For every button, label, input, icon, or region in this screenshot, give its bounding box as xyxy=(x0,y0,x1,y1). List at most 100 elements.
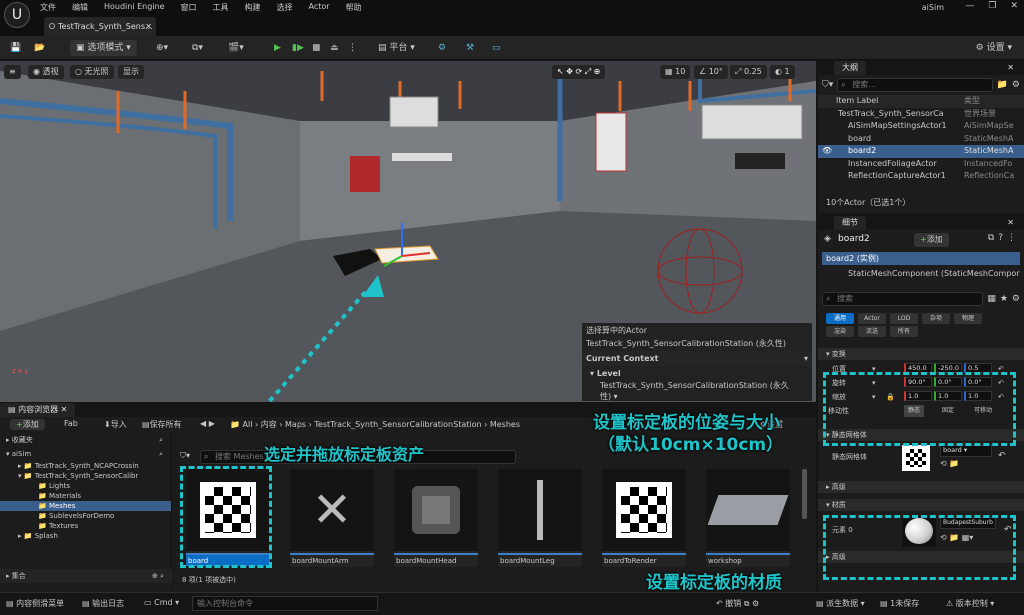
cat-misc[interactable]: 杂项 xyxy=(922,313,950,324)
root-row[interactable]: ▾ aiSim ⌕ xyxy=(0,447,171,461)
advanced-section-2[interactable]: ▸ 高级 xyxy=(818,551,1024,563)
col-item-label[interactable]: Item Label xyxy=(836,95,878,108)
output-log-button[interactable]: ▤ 输出日志 xyxy=(82,598,124,609)
close-details-icon[interactable]: ✕ xyxy=(1007,216,1014,230)
stop-icon[interactable]: ■ xyxy=(312,40,321,56)
asset-tile-mount-head[interactable]: boardMountHead xyxy=(394,469,478,567)
crumb-all[interactable]: All xyxy=(243,420,253,429)
asset-scrollbar[interactable] xyxy=(802,469,807,519)
browse-icon[interactable]: 📂 xyxy=(34,40,45,56)
add-component-button[interactable]: +添加 xyxy=(914,233,949,247)
gear-icon[interactable]: ⚙ xyxy=(1012,294,1020,304)
view-mode-button[interactable]: ○ 无光照 xyxy=(70,65,114,79)
filter-icon[interactable]: ⛉▾ xyxy=(822,80,833,90)
play-options-icon[interactable]: ⋮ xyxy=(348,40,357,56)
level-tab[interactable]: TestTrack_Synth_Sens... ✕ xyxy=(44,17,156,36)
reset-icon[interactable]: ↶ xyxy=(998,363,1004,375)
outliner-row[interactable]: InstancedFoliageActor InstancedFo xyxy=(818,158,1024,171)
cat-streaming[interactable]: 流送 xyxy=(858,326,886,337)
transform-tools[interactable]: ↖ ✥ ⟳ ⤢ ⊕ xyxy=(552,65,606,79)
transform-section[interactable]: ▾ 变换 xyxy=(818,348,1024,360)
reset-icon[interactable]: ↶ xyxy=(998,377,1004,389)
outliner-row[interactable]: ReflectionCaptureActor1 ReflectionCa xyxy=(818,170,1024,183)
location-y[interactable]: -250.0 xyxy=(934,363,962,373)
eject-icon[interactable]: ⏏ xyxy=(330,40,339,56)
advanced-section[interactable]: ▸ 高级 xyxy=(818,481,1024,493)
folder-item[interactable]: 📁 Materials xyxy=(0,491,171,501)
location-label[interactable]: 位置 xyxy=(832,363,846,375)
cat-lod[interactable]: LOD xyxy=(890,313,918,324)
crumb-maps[interactable]: Maps xyxy=(285,420,306,429)
folder-item[interactable]: ▸ 📁 TestTrack_Synth_NCAPCrossin xyxy=(0,461,171,471)
location-z[interactable]: 0.5 xyxy=(964,363,992,373)
crumb-level[interactable]: TestTrack_Synth_SensorCalibrationStation xyxy=(314,420,481,429)
menu-help[interactable]: 帮助 xyxy=(346,2,362,13)
menu-file[interactable]: 文件 xyxy=(40,2,56,13)
rotation-x[interactable]: 90.0° xyxy=(904,377,932,387)
add-actor-icon[interactable]: ⊕▾ xyxy=(156,40,168,56)
rotation-snap[interactable]: ∠ 10° xyxy=(694,65,728,79)
cat-actor[interactable]: Actor xyxy=(858,313,886,324)
mobility-static[interactable]: 静态 xyxy=(904,405,925,417)
outliner-tab[interactable]: 大纲 xyxy=(834,61,866,75)
monitor-icon[interactable]: ▭ xyxy=(492,40,501,56)
derived-data-button[interactable]: ▤ 派生数据 ▾ xyxy=(816,598,865,609)
folder-item[interactable]: ▸ 📁 Splash xyxy=(0,531,171,541)
collections-row[interactable]: ▸ 集合 ⊕ ⌕ xyxy=(0,569,172,583)
mesh-picker[interactable]: board ▾ xyxy=(940,445,992,457)
folder-item[interactable]: ▾ 📁 TestTrack_Synth_SensorCalibr xyxy=(0,471,171,481)
rotation-z[interactable]: 0.0° xyxy=(964,377,992,387)
star-icon[interactable]: ★ xyxy=(1000,294,1008,304)
details-search-input[interactable]: 搜索 xyxy=(822,292,984,306)
mode-selector[interactable]: ▣ 选项模式 ▾ xyxy=(70,40,137,56)
fab-button[interactable]: Fab xyxy=(64,419,78,428)
crumb-meshes[interactable]: Meshes xyxy=(490,420,520,429)
menu-edit[interactable]: 编辑 xyxy=(72,2,88,13)
filter-icon[interactable]: ⛉▾ xyxy=(180,451,190,461)
folder-item[interactable]: 📁 Textures xyxy=(0,521,171,531)
scale-x[interactable]: 1.0 xyxy=(904,391,932,401)
material-actions-icons[interactable]: ⟲ 📁 ▦▾ xyxy=(940,533,973,542)
camera-speed[interactable]: ◐ 1 xyxy=(770,65,795,79)
nav-arrows[interactable]: ◀ ▶ xyxy=(200,419,215,428)
outliner-row-selected[interactable]: 👁 board2 StaticMeshA xyxy=(818,145,1024,158)
console-input[interactable]: 输入控制台命令 xyxy=(192,596,378,611)
menu-select[interactable]: 选择 xyxy=(277,2,293,13)
outliner-row[interactable]: AiSimMapSettingsActor1 AiSimMapSe xyxy=(818,120,1024,133)
asset-tile-mount-leg[interactable]: boardMountLeg xyxy=(498,469,582,567)
version-control-button[interactable]: ⚠ 版本控制 ▾ xyxy=(946,598,994,609)
location-x[interactable]: 450.0 xyxy=(904,363,932,373)
cat-physics[interactable]: 物理 xyxy=(954,313,982,324)
content-browser-tab[interactable]: ▤ 内容浏览器 ✕ xyxy=(0,403,76,417)
menu-houdini[interactable]: Houdini Engine xyxy=(104,2,165,13)
unreal-logo-icon[interactable]: U xyxy=(4,2,30,28)
platform-menu[interactable]: ▤ 平台 ▾ xyxy=(378,40,415,56)
rotation-y[interactable]: 0.0° xyxy=(934,377,962,387)
current-context-header[interactable]: Current Context ▾ xyxy=(582,351,812,366)
level-viewport[interactable]: ≡ ◉ 透视 ○ 无光照 显示 ↖ ✥ ⟳ ⤢ ⊕ ▦ 10 ∠ 10° ⤢ 0… xyxy=(0,61,816,402)
viewport-menu-button[interactable]: ≡ xyxy=(4,65,21,79)
gear-tool-icon[interactable]: ⚙ xyxy=(438,40,446,56)
col-type[interactable]: 类型 xyxy=(964,95,980,108)
material-thumbnail[interactable] xyxy=(902,515,936,547)
outliner-search-input[interactable]: 搜索... xyxy=(837,78,993,92)
materials-section[interactable]: ▾ 材质 xyxy=(818,499,1024,511)
add-folder-icon[interactable]: 📁 xyxy=(997,80,1008,90)
mobility-movable[interactable]: 可移动 xyxy=(974,405,992,417)
menu-build[interactable]: 构建 xyxy=(245,2,261,13)
reset-icon[interactable]: ↶ xyxy=(998,451,1006,461)
material-picker[interactable]: BudapestSuburb xyxy=(940,517,996,529)
level-value-row[interactable]: TestTrack_Synth_SensorCalibrationStation… xyxy=(582,379,812,402)
folder-item[interactable]: 📁 Lights xyxy=(0,481,171,491)
show-button[interactable]: 显示 xyxy=(118,65,144,79)
scale-snap[interactable]: ⤢ 0.25 xyxy=(730,65,767,79)
favorites-row[interactable]: ▸ 收藏夹 ⌕ xyxy=(0,433,171,447)
folder-item[interactable]: 📁 SublevelsForDemo xyxy=(0,511,171,521)
settings-menu[interactable]: ⚙ 设置 ▾ xyxy=(976,40,1012,56)
settings-gear-icon[interactable]: ⚙ xyxy=(1012,80,1020,90)
play-icon[interactable]: ▶ xyxy=(274,40,281,56)
search-icon[interactable]: ⌕ xyxy=(159,447,163,461)
folder-item-selected[interactable]: 📁 Meshes xyxy=(0,501,171,511)
menu-window[interactable]: 窗口 xyxy=(181,2,197,13)
grid-snap[interactable]: ▦ 10 xyxy=(660,65,691,79)
